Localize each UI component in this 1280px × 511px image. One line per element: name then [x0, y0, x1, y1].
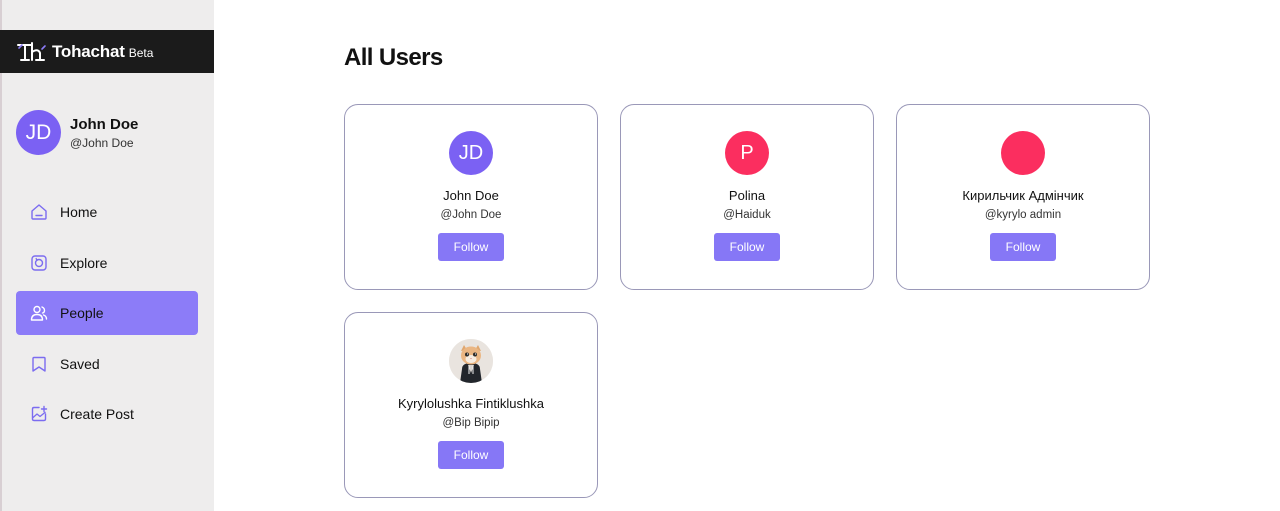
brand-bar[interactable]: Tohachat Beta	[0, 30, 214, 73]
user-handle: @Bip Bipip	[442, 417, 500, 429]
sidebar-item-label: People	[60, 305, 104, 321]
sidebar-item-home[interactable]: Home	[16, 190, 198, 234]
follow-button[interactable]: Follow	[714, 233, 780, 261]
kitten-photo-avatar[interactable]	[449, 339, 493, 383]
sidebar-item-label: Home	[60, 204, 98, 220]
user-handle: @John Doe	[440, 209, 502, 221]
sidebar-item-explore[interactable]: Explore	[16, 241, 198, 285]
sidebar-item-label: Create Post	[60, 406, 134, 422]
sidebar-item-label: Explore	[60, 254, 108, 271]
brand-beta-tag: Beta	[128, 46, 154, 60]
avatar[interactable]	[1001, 131, 1045, 175]
sidebar-nav: Home Explore People Saved Create Post	[16, 190, 198, 443]
avatar-initials: P	[740, 141, 754, 164]
user-card[interactable]: Kyrylolushka Fintiklushka @Bip Bipip Fol…	[344, 312, 598, 498]
sidebar: Tohachat Beta JD John Doe @John Doe Home	[0, 0, 214, 511]
tohachat-logo-icon	[17, 41, 46, 61]
brand-name: Tohachat	[52, 41, 125, 61]
user-handle: @kyrylo admin	[984, 209, 1062, 221]
app: Tohachat Beta JD John Doe @John Doe Home	[0, 0, 1280, 511]
user-name[interactable]: Kyrylolushka Fintiklushka	[398, 396, 544, 411]
home-icon	[30, 203, 48, 221]
sidebar-item-label: Saved	[60, 355, 100, 372]
bookmark-icon	[30, 355, 48, 373]
main-content: All Users JD John Doe @John Doe Follow P…	[214, 0, 1280, 511]
user-card[interactable]: JD John Doe @John Doe Follow	[344, 104, 598, 290]
create-post-icon	[30, 405, 48, 423]
profile-handle: @John Doe	[70, 135, 134, 150]
sidebar-item-saved[interactable]: Saved	[16, 342, 198, 386]
profile-name: John Doe	[70, 115, 139, 133]
kitten-photo-icon	[449, 339, 493, 383]
sidebar-item-create-post[interactable]: Create Post	[16, 392, 198, 436]
avatar-initials: JD	[458, 141, 484, 164]
user-card[interactable]: Кирильчик Адмінчик @kyrylo admin Follow	[896, 104, 1150, 290]
avatar[interactable]: JD	[449, 131, 493, 175]
user-handle: @Haiduk	[723, 209, 771, 221]
follow-button[interactable]: Follow	[438, 233, 504, 261]
avatar-initials: JD	[25, 120, 52, 144]
sidebar-item-people[interactable]: People	[16, 291, 198, 335]
avatar: JD	[16, 110, 61, 155]
user-card[interactable]: P Polina @Haiduk Follow	[620, 104, 874, 290]
people-icon	[30, 304, 48, 322]
user-name[interactable]: John Doe	[443, 188, 499, 203]
user-grid: JD John Doe @John Doe Follow P Polina @H…	[344, 104, 1154, 504]
page-title: All Users	[344, 44, 443, 71]
avatar[interactable]: P	[725, 131, 769, 175]
follow-button[interactable]: Follow	[438, 441, 504, 469]
follow-button[interactable]: Follow	[990, 233, 1056, 261]
explore-icon	[30, 254, 48, 272]
profile-summary[interactable]: JD John Doe @John Doe	[16, 110, 138, 155]
profile-text: John Doe @John Doe	[70, 116, 138, 150]
user-name[interactable]: Polina	[729, 188, 765, 203]
user-name[interactable]: Кирильчик Адмінчик	[962, 188, 1083, 203]
